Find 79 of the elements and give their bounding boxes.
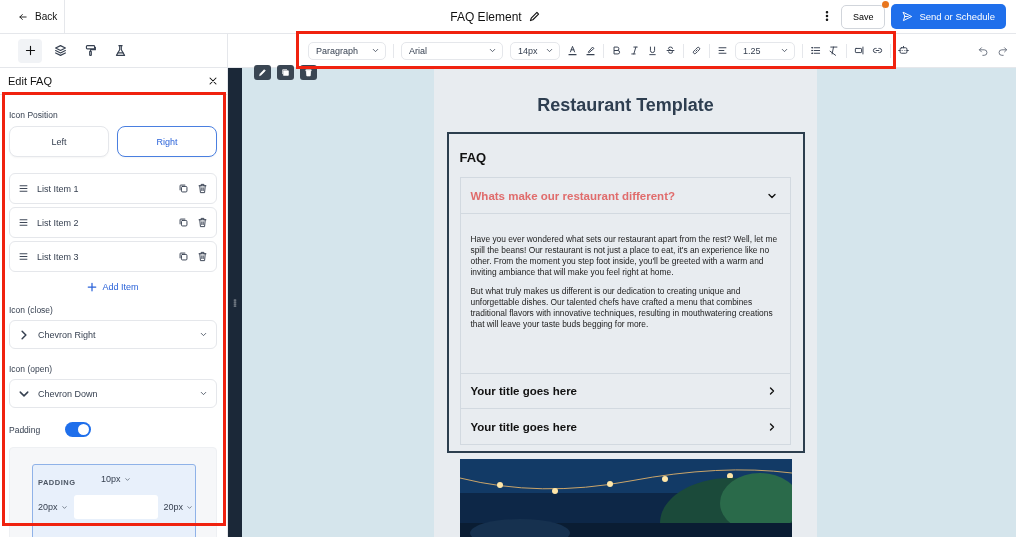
copy-icon <box>281 68 290 77</box>
trash-icon[interactable] <box>197 183 208 194</box>
page-title: FAQ Element <box>450 9 522 24</box>
list-icon[interactable] <box>810 44 821 56</box>
trash-icon[interactable] <box>197 217 208 228</box>
panel-title: Edit FAQ <box>8 75 53 87</box>
line-height-select[interactable]: 1.25 <box>735 41 795 60</box>
faq-question[interactable]: Your title goes here <box>460 374 790 409</box>
underline-icon[interactable] <box>647 44 658 56</box>
chevron-down-icon <box>199 389 208 398</box>
text-color-icon[interactable] <box>567 44 578 56</box>
bold-icon[interactable] <box>611 44 622 56</box>
padding-toggle[interactable] <box>65 422 92 437</box>
pencil-icon <box>258 68 267 77</box>
faq-block[interactable] <box>446 132 805 453</box>
list-item-row[interactable]: List Item 3 <box>9 241 217 272</box>
faq-title: FAQ <box>459 150 488 165</box>
italic-icon[interactable] <box>629 44 640 56</box>
pencil-icon[interactable] <box>527 10 541 23</box>
add-item-button[interactable]: Add Item <box>81 281 145 293</box>
send-icon <box>902 11 914 22</box>
close-icon[interactable] <box>207 75 219 87</box>
drag-handle-icon[interactable] <box>18 217 29 228</box>
add-icon <box>23 44 37 57</box>
drag-handle-icon[interactable] <box>18 251 29 262</box>
position-option[interactable]: Left <box>9 126 109 157</box>
faq-answer: But what truly makes us different is our dedication to creating unique and unforgettable dishes. Our talented chefs have crafted a menu that combines traditional flavors with innovative techniques, resulting in mouthwatering creations that will leave your taste buds begging for more. <box>470 286 774 330</box>
button-icon[interactable] <box>854 44 865 56</box>
field-label: Padding <box>9 424 41 435</box>
strikethrough-icon[interactable] <box>665 44 676 56</box>
chevron-down-icon <box>780 46 789 55</box>
edit-button[interactable] <box>254 65 271 80</box>
copy-icon[interactable] <box>178 251 189 262</box>
chevron-down-icon <box>186 503 193 511</box>
font-select[interactable]: Arial <box>401 41 503 60</box>
copy-icon[interactable] <box>178 183 189 194</box>
faq-answer: Have you ever wondered what sets our restaurant apart from the rest? Well, let me spill the beans! Our restaurant is not just a place to eat, it's an experience like no other. From the moment you step foot inside, you'll be greeted with a warm and inviting ambiance that will make you feel right at home. <box>470 234 778 278</box>
arrow-left-icon <box>18 11 28 22</box>
paint-roller-icon <box>83 44 97 57</box>
resize-handle[interactable] <box>228 68 242 537</box>
save-button[interactable]: Save <box>840 4 886 29</box>
align-icon[interactable] <box>717 44 728 56</box>
field-label: Icon Position <box>9 110 59 120</box>
chevron-down-icon <box>199 330 208 339</box>
position-option[interactable]: Right <box>117 126 217 157</box>
chevron-down-icon <box>488 46 497 55</box>
duplicate-button[interactable] <box>277 65 294 80</box>
field-label: Icon (close) <box>9 305 54 315</box>
block-style-select[interactable]: Paragraph <box>308 41 386 60</box>
font-size-select[interactable]: 14px <box>510 41 560 60</box>
robot-icon[interactable] <box>898 44 909 56</box>
flask-icon <box>113 44 127 57</box>
highlighter-icon[interactable] <box>585 44 596 56</box>
notification-dot <box>882 0 890 8</box>
copy-icon[interactable] <box>178 217 189 228</box>
undo-icon[interactable] <box>978 45 989 56</box>
send-button[interactable]: Send or Schedule <box>891 4 1006 29</box>
chevron-down-icon <box>371 46 380 55</box>
padding-top-select[interactable]: 10px <box>101 474 131 484</box>
back-button[interactable]: Back <box>0 0 65 34</box>
field-label: Icon (open) <box>9 364 53 374</box>
plus-icon <box>87 282 98 292</box>
chevron-down-icon <box>60 503 68 511</box>
faq-question[interactable]: Your title goes here <box>460 409 790 444</box>
trash-icon <box>304 68 313 77</box>
padding-left-select[interactable]: 20px <box>38 502 68 512</box>
icon-select[interactable]: Chevron Right <box>9 320 217 349</box>
layers-icon <box>53 44 67 57</box>
link-icon[interactable] <box>691 44 702 56</box>
trash-icon[interactable] <box>197 251 208 262</box>
padding-right-select[interactable]: 20px <box>163 502 193 512</box>
icon-select[interactable]: Chevron Down <box>9 379 217 408</box>
chevron-down-icon <box>545 46 554 55</box>
redo-icon[interactable] <box>997 45 1008 56</box>
list-item-row[interactable]: List Item 1 <box>9 173 217 204</box>
drag-handle-icon[interactable] <box>18 183 29 194</box>
email-heading: Restaurant Template <box>537 95 714 116</box>
chevron-down-icon <box>123 475 131 483</box>
list-item-row[interactable]: List Item 2 <box>9 207 217 238</box>
